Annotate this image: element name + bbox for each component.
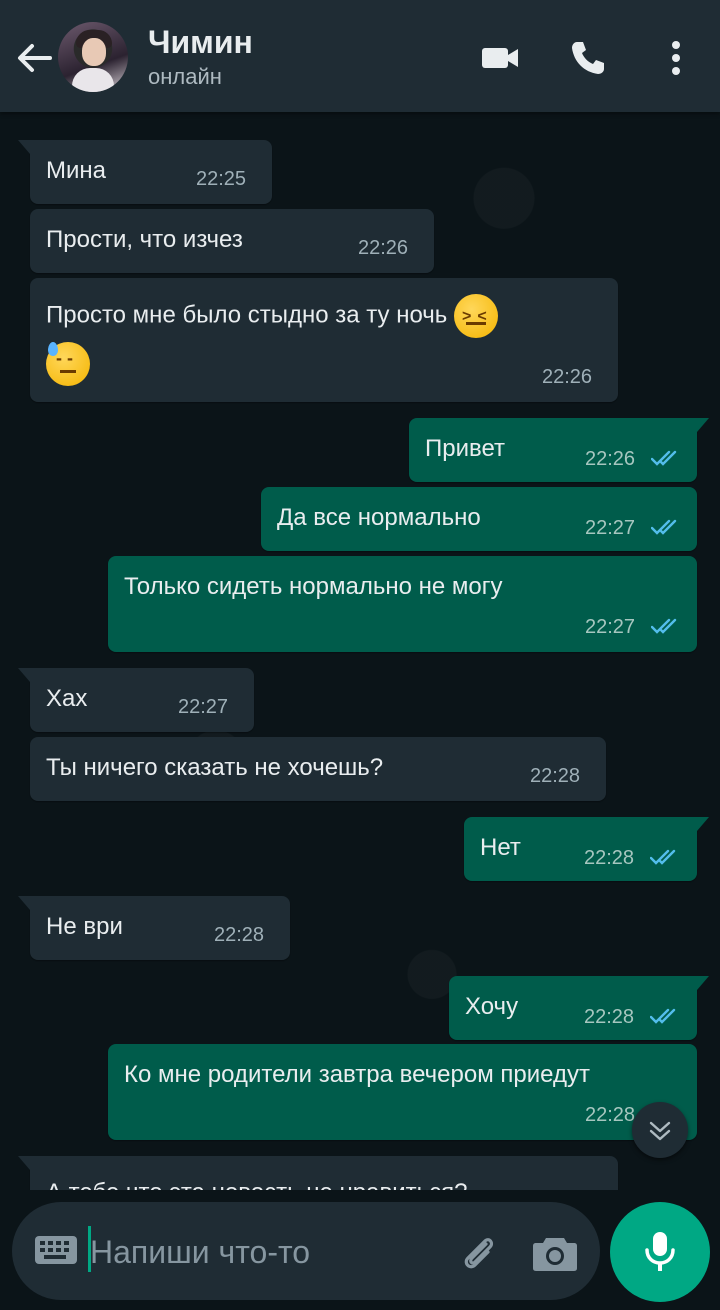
attach-icon[interactable]: [456, 1230, 500, 1274]
incoming-message[interactable]: Хах 22:27: [18, 668, 254, 732]
chevron-down-icon: [649, 1121, 671, 1141]
message-time: 22:28: [530, 765, 581, 787]
message-time: 22:28: [584, 1006, 635, 1028]
composer-bar: Напиши что-то: [0, 1190, 720, 1310]
downcast-face-with-sweat-icon: [46, 342, 90, 386]
incoming-message[interactable]: Мина 22:25: [18, 140, 272, 204]
read-ticks-icon: [650, 1008, 676, 1024]
video-call-icon[interactable]: [480, 38, 520, 78]
message-input[interactable]: Напиши что-то: [12, 1202, 600, 1300]
more-options-icon[interactable]: [656, 38, 696, 78]
incoming-message[interactable]: Не ври 22:28: [18, 896, 290, 960]
contact-avatar[interactable]: [58, 22, 128, 92]
incoming-message[interactable]: Прости, что изчез 22:26: [30, 209, 434, 273]
message-text: Да все нормально: [277, 504, 481, 531]
message-text: А тебе что эта новость не нравиться?: [46, 1176, 467, 1190]
message-time: 22:28: [214, 924, 265, 946]
message-text: Хочу: [465, 993, 519, 1020]
message-text: Не ври: [46, 913, 123, 940]
outgoing-message[interactable]: Нет 22:28: [464, 817, 709, 881]
message-text: Нет: [480, 834, 521, 861]
microphone-icon: [645, 1232, 675, 1271]
incoming-message[interactable]: Ты ничего сказать не хочешь? 22:28: [30, 737, 606, 801]
incoming-message[interactable]: А тебе что эта новость не нравиться?: [18, 1156, 618, 1190]
message-text: Ко мне родители завтра вечером приедут: [124, 1061, 590, 1088]
camera-icon[interactable]: [532, 1232, 578, 1272]
outgoing-message[interactable]: Ко мне родители завтра вечером приедут 2…: [108, 1044, 697, 1140]
message-time: 22:27: [585, 616, 636, 638]
scroll-to-bottom-button[interactable]: [632, 1102, 688, 1158]
confounded-face-icon: [453, 294, 498, 338]
message-time: 22:26: [585, 448, 636, 470]
message-time: 22:26: [542, 366, 593, 388]
read-ticks-icon: [650, 849, 676, 865]
chat-header: Чимин онлайн: [0, 0, 720, 112]
outgoing-message[interactable]: Только сидеть нормально не могу 22:27: [108, 556, 697, 652]
outgoing-message[interactable]: Да все нормально 22:27: [261, 487, 697, 551]
outgoing-message[interactable]: Хочу 22:28: [449, 976, 709, 1040]
message-time: 22:27: [585, 517, 636, 539]
contact-status: онлайн: [148, 64, 222, 89]
message-time: 22:25: [196, 168, 247, 190]
message-time: 22:28: [585, 1104, 636, 1126]
message-text: Мина: [46, 157, 106, 184]
message-text: Привет: [425, 435, 506, 462]
outgoing-message[interactable]: Привет 22:26: [409, 418, 709, 482]
keyboard-icon[interactable]: [34, 1234, 78, 1266]
back-arrow-icon[interactable]: [14, 38, 54, 78]
message-text: Только сидеть нормально не могу: [124, 573, 503, 600]
contact-name[interactable]: Чимин: [148, 24, 253, 61]
emoji-line: [46, 342, 90, 386]
message-input-placeholder: Напиши что-то: [90, 1234, 311, 1270]
message-text: Просто мне было стыдно за ту ночь: [46, 301, 448, 329]
message-time: 22:27: [178, 696, 229, 718]
message-time: 22:26: [358, 237, 409, 259]
read-ticks-icon: [651, 618, 677, 634]
message-text-wrap: Просто мне было стыдно за ту ночь: [46, 294, 498, 338]
message-time: 22:28: [584, 847, 635, 869]
message-list[interactable]: Мина 22:25 Прости, что изчез 22:26 Прост…: [0, 112, 720, 1190]
read-ticks-icon: [651, 450, 677, 466]
message-text: Прости, что изчез: [46, 226, 243, 253]
message-text: Ты ничего сказать не хочешь?: [46, 754, 384, 781]
voice-message-button[interactable]: [610, 1202, 710, 1302]
incoming-message[interactable]: Просто мне было стыдно за ту ночь 22:26: [30, 278, 618, 402]
voice-call-icon[interactable]: [568, 38, 608, 78]
message-text: Хах: [46, 685, 88, 712]
read-ticks-icon: [651, 519, 677, 535]
